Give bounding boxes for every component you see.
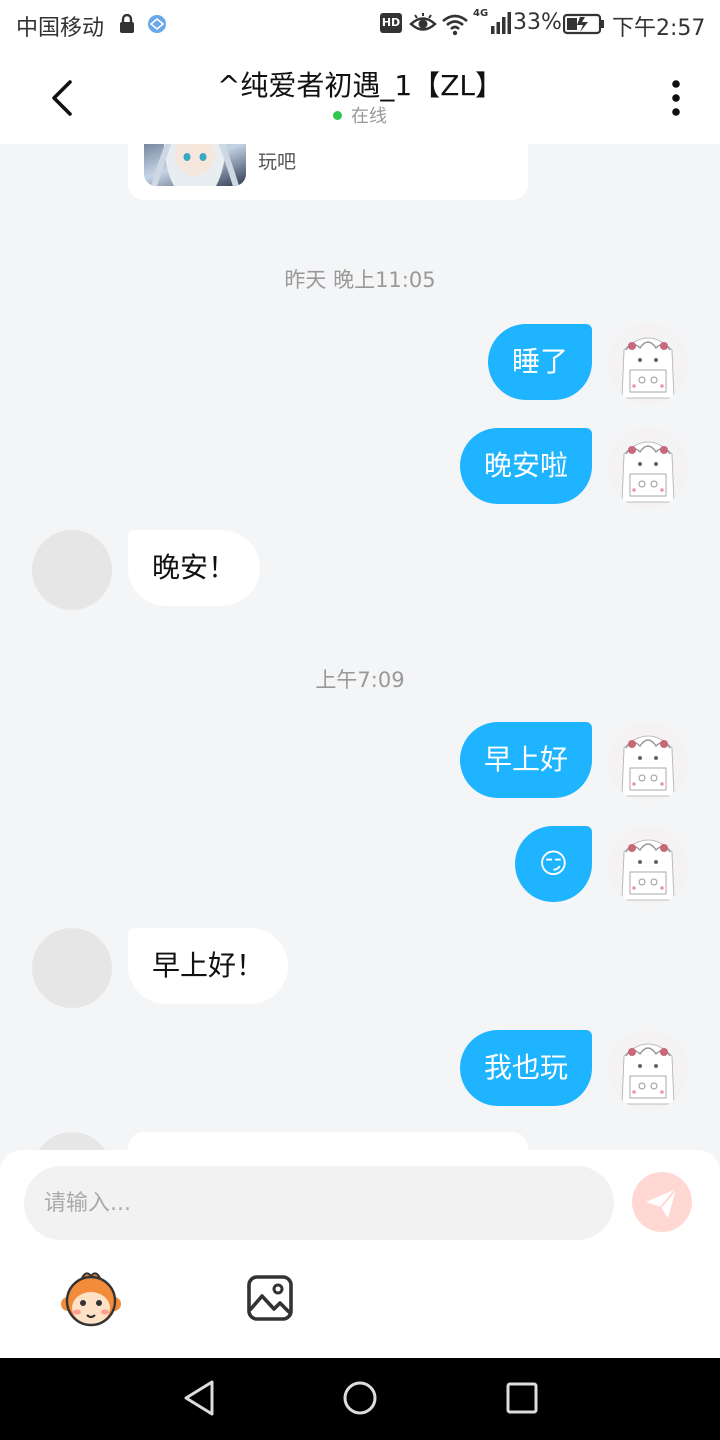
- image-button[interactable]: [244, 1272, 296, 1324]
- message-bubble-outgoing[interactable]: 晚安啦: [459, 428, 592, 504]
- signal-icon: [491, 12, 511, 34]
- message-bubble-outgoing[interactable]: 睡了: [487, 324, 592, 400]
- hd-badge: HD: [380, 13, 402, 33]
- my-avatar[interactable]: [608, 1030, 688, 1110]
- wifi-icon: [442, 14, 468, 36]
- card-text: 玩吧: [258, 151, 297, 173]
- anime-sketch-avatar-icon: [608, 428, 688, 508]
- shared-game-card[interactable]: 玩吧: [128, 144, 528, 200]
- anime-sketch-avatar-icon: [608, 722, 688, 802]
- battery-percent: 33%: [513, 10, 562, 35]
- online-status: 在线: [0, 102, 720, 128]
- message-row-outgoing: 😏: [0, 826, 720, 906]
- message-input[interactable]: [24, 1166, 614, 1240]
- message-row-incoming: 晚安！: [0, 530, 720, 610]
- battery-charging-icon: [563, 13, 604, 35]
- network-type-label: 4G: [473, 8, 489, 19]
- anime-sketch-avatar-icon: [608, 324, 688, 404]
- status-bar: 中国移动 HD 4G 33% 下午2:57: [0, 0, 720, 50]
- emoji-button[interactable]: [60, 1270, 122, 1332]
- paper-plane-icon: [646, 1188, 677, 1218]
- lock-icon: [120, 14, 134, 33]
- contact-avatar[interactable]: [32, 928, 112, 1008]
- eye-icon: [409, 13, 437, 31]
- message-row-outgoing: 睡了: [0, 324, 720, 404]
- system-nav-bar: [0, 1358, 720, 1440]
- card-thumbnail: [144, 144, 246, 186]
- recent-square-icon[interactable]: [500, 1376, 544, 1420]
- anime-girl-thumbnail-icon: [151, 144, 239, 186]
- back-triangle-icon[interactable]: [178, 1376, 222, 1420]
- input-panel: [0, 1150, 720, 1358]
- message-list[interactable]: 玩吧 昨天 晚上11:05 睡了 晚安啦 晚安！ 上午7:09 早上好 😏 早上…: [0, 144, 720, 1154]
- contact-avatar[interactable]: [32, 530, 112, 610]
- chat-title: ^纯爱者初遇_1【ZL】: [216, 69, 504, 102]
- message-bubble-incoming[interactable]: 早上好！: [128, 928, 289, 1004]
- message-row-incoming: 早上好！: [0, 928, 720, 1008]
- vpn-icon: [148, 15, 166, 33]
- my-avatar[interactable]: [608, 722, 688, 802]
- message-row-outgoing: 早上好: [0, 722, 720, 802]
- message-bubble-outgoing[interactable]: 我也玩: [459, 1030, 592, 1106]
- online-dot-icon: [333, 111, 342, 120]
- more-options-button[interactable]: [660, 76, 692, 120]
- monkey-emoji-icon: [61, 1272, 121, 1327]
- clock: 下午2:57: [612, 16, 706, 41]
- image-icon: [247, 1275, 293, 1321]
- message-row-outgoing: 晚安啦: [0, 428, 720, 508]
- message-bubble-outgoing[interactable]: 😏: [514, 826, 592, 902]
- send-button[interactable]: [632, 1172, 692, 1232]
- message-bubble-outgoing[interactable]: 早上好: [459, 722, 592, 798]
- timestamp: 昨天 晚上11:05: [284, 268, 436, 292]
- timestamp: 上午7:09: [315, 668, 405, 692]
- my-avatar[interactable]: [608, 428, 688, 508]
- carrier-label: 中国移动: [16, 16, 105, 41]
- message-bubble-incoming[interactable]: 晚安！: [128, 530, 261, 606]
- my-avatar[interactable]: [608, 324, 688, 404]
- online-status-label: 在线: [351, 106, 387, 127]
- chat-header: ^纯爱者初遇_1【ZL】 在线: [0, 50, 720, 144]
- my-avatar[interactable]: [608, 826, 688, 906]
- anime-sketch-avatar-icon: [608, 826, 688, 906]
- home-circle-icon[interactable]: [338, 1376, 382, 1420]
- message-row-outgoing: 我也玩: [0, 1030, 720, 1110]
- anime-sketch-avatar-icon: [608, 1030, 688, 1110]
